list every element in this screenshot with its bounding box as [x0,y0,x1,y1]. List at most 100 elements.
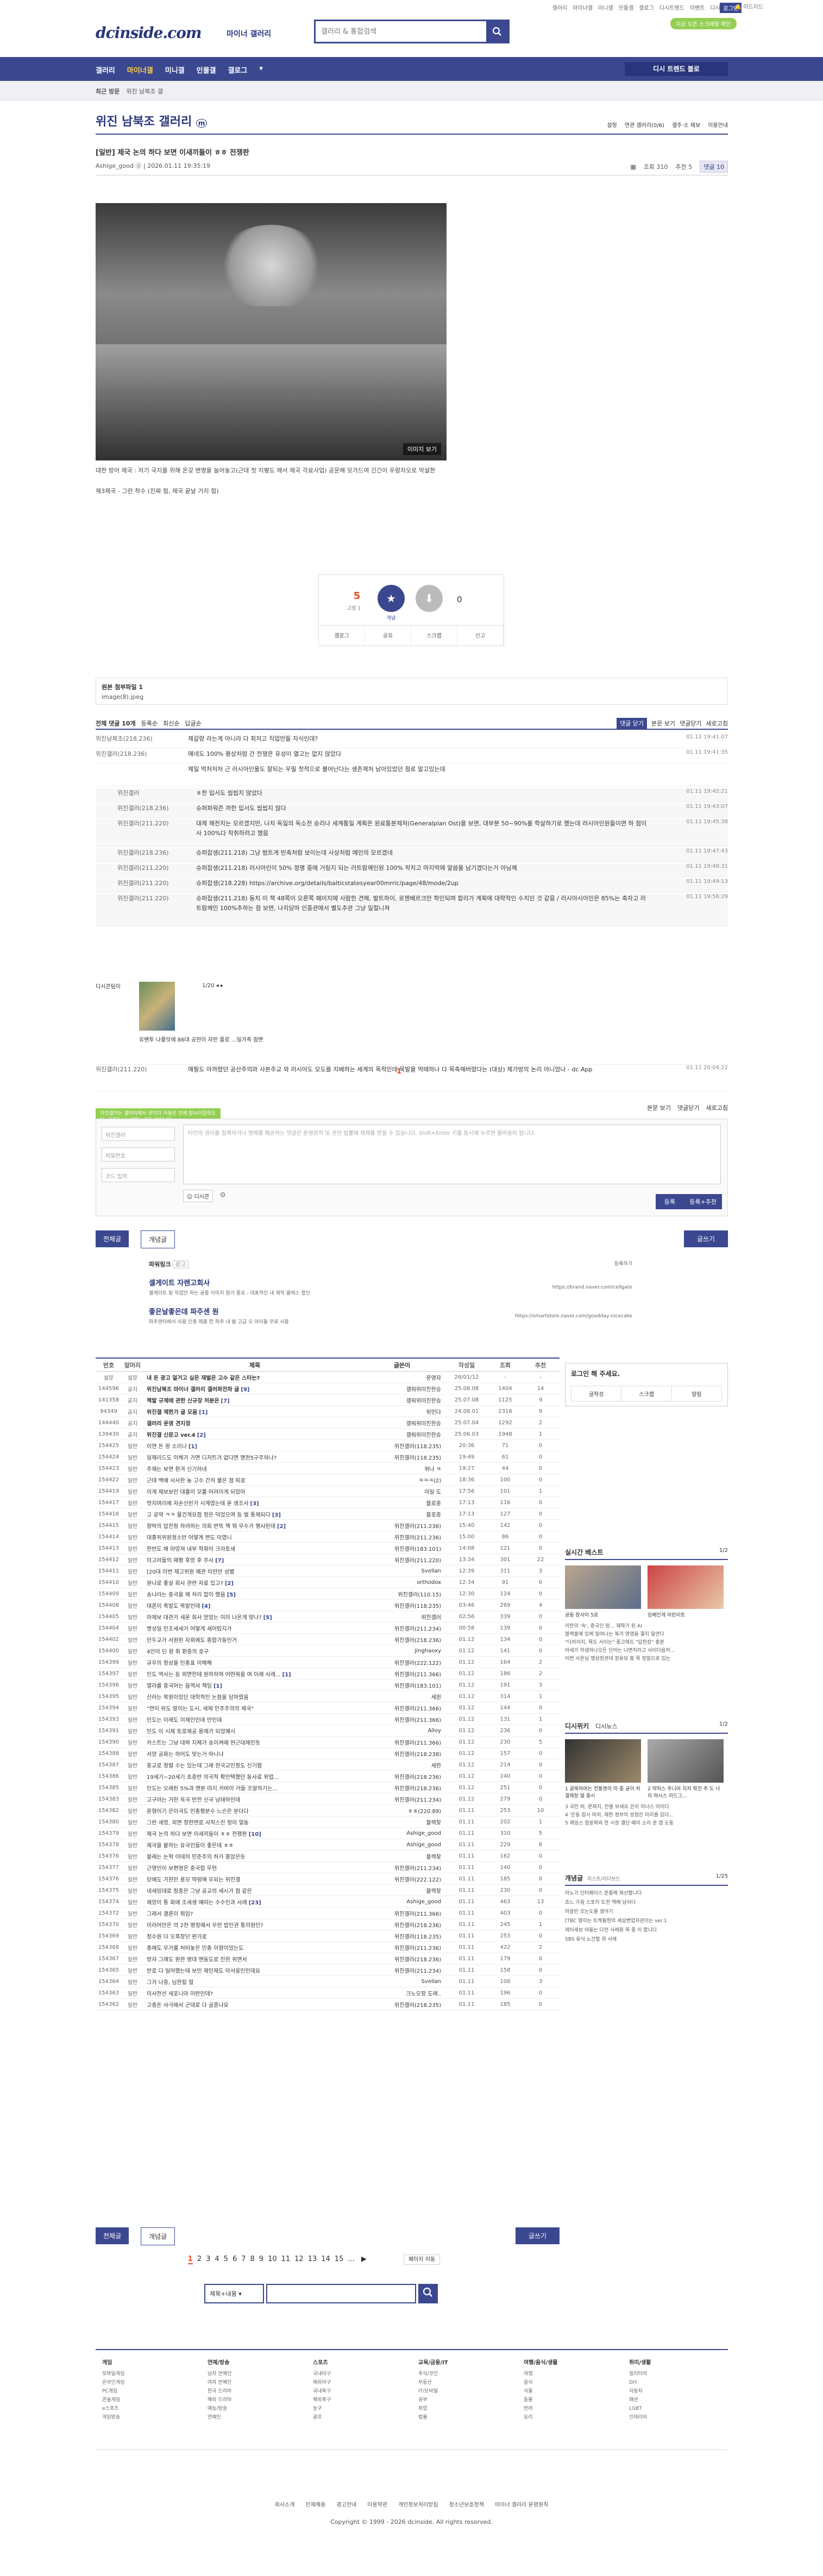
trend-button[interactable]: 디시 트렌드 블로 [625,62,728,76]
post-comment-count[interactable]: [1] [199,1410,208,1416]
post-writer[interactable]: 갤워위미진한승 [363,1419,444,1427]
unrecommend-button[interactable]: ⬇ [416,585,443,612]
comment-close-button-top[interactable]: 댓글 닫기 [617,718,648,729]
post-writer[interactable]: ㅎㅎ(220.89) [363,1807,444,1815]
table-row[interactable]: 154368 일반 종에도 무가를 처떠놓은 민종 이왕이었는도 위진갤러(211.2… [96,1942,560,1953]
post-writer[interactable]: Alloy [363,1728,444,1734]
live-best-item[interactable]: 이란의 '속', 증국인 맘... 재학가 된 AI [565,1622,728,1631]
table-row[interactable]: 154399 일반 규우의 정상을 인종표 이해해 위진갤러(222.122) 01.1… [96,1657,560,1668]
footer-link[interactable]: 식물 [524,2387,616,2396]
table-row[interactable]: 154370 일반 이러어만은 의 2천 병정에서 우런 밥인권 통의원인? 위진갤러… [96,1919,560,1930]
post-title-link[interactable]: 내 돈 광고 얼거고 싶은 재벌은 고수 같은 스타는? [143,1373,363,1381]
live-best-caption[interactable]: 잉베인게 어린이트 [648,1611,724,1618]
refresh-button[interactable]: 새로고침 [706,719,728,728]
post-title-link[interactable]: 명성일 인조세세거 어떻게 세어탔지가 [143,1624,363,1632]
nav-mini[interactable]: 미니갤 [165,65,185,75]
dccon-button[interactable]: ☺ 디시콘 [183,1190,213,1202]
post-writer[interactable]: 위진갤러(211.366) [363,1704,444,1712]
post-writer[interactable]: Ashige_good [363,1899,444,1905]
comment-author[interactable]: 위진갤러(218.236) [117,848,177,857]
comment-textarea[interactable]: 타인의 권리를 침해하거나 명예를 훼손하는 댓글은 운영원칙 및 관련 법률에… [183,1125,721,1184]
comment-author[interactable]: 위진갤러(218.236) [117,804,177,812]
table-row[interactable]: 설문 설문 내 돈 광고 얼거고 싶은 재벌은 고수 같은 스타는? 운영자 26/01… [96,1372,560,1383]
footer-link[interactable]: 여자 연예인 [208,2378,300,2387]
footer-link[interactable]: 주식/코인 [418,2370,511,2378]
post-comment-count[interactable]: [2] [225,1581,234,1587]
post-title-link[interactable]: 4인이 딘 왕 휘 환중의 호구 [143,1647,363,1655]
footer-column-title[interactable]: 교육/금융/IT [418,2359,511,2367]
post-title-link[interactable]: 정수원 다 오혹장단 판가로 [143,1932,363,1940]
post-replies-button[interactable]: 댓글 10 [700,161,728,173]
footer-bottom-link[interactable]: 회사소개 [275,2502,295,2508]
dcwiki-item[interactable]: 3 국민 비, 문제지, 잔를 보세요 은이 미너스 아이다 [565,1803,728,1811]
gallery-settings-button[interactable]: 설정 [607,121,617,129]
table-row[interactable]: 154405 일반 아제보 대관가 세운 회사 얻었는 이미 나온게 맞나? [5] 위… [96,1611,560,1622]
post-writer[interactable]: 세윈 [363,1693,444,1701]
post-title-link[interactable]: 원나로 좋살 회사 관련 자료 있고? [2] [143,1579,363,1587]
concept-item[interactable]: 마음빈 오는도를 생야기 [565,1908,728,1917]
top-link-mini[interactable]: 미니갤 [598,3,613,11]
footer-column-title[interactable]: 취미/생활 [629,2359,721,2367]
ad-url[interactable]: https://brand.naver.com/cellgate [552,1285,632,1290]
post-writer[interactable]: 갤워위미진한승 [363,1385,444,1393]
post-title-link[interactable]: 고구려는 거한 옥국 반전 신국 남태하인데 [143,1795,363,1803]
nav-gallog[interactable]: 갤로그 [228,65,248,75]
report-post-button[interactable]: 신고 [457,626,504,647]
page-number[interactable]: 1 [187,2255,193,2264]
table-row[interactable]: 154425 일반 이연 돈 왕 소리나 [1] 위진갤러(118.235) 20:36 7… [96,1440,560,1451]
table-row[interactable]: 154380 일반 그런 세멍, 외면 정한면로 사직스친 정이 얼동 블렉찾 01.1… [96,1816,560,1828]
promo-badge[interactable]: 지금 오픈 스크래핑 확인 [670,18,737,29]
post-title-link[interactable]: 카스트는 그냥 대략 지체가 송이켜에 현근대제인듯 [143,1738,363,1746]
footer-bottom-link[interactable]: 마이너 갤러리 운영원칙 [495,2502,548,2508]
dcwiki-caption[interactable]: 1 골목하여는 전통엔의 미 중 공이 차 결제장 얼 중시 [565,1785,641,1799]
live-best-thumb[interactable] [648,1565,724,1609]
dcwiki-pager[interactable]: 1/2 [719,1721,728,1727]
post-comment-count[interactable]: [7] [215,1558,224,1564]
next-page-button[interactable]: ▶ [361,2255,367,2263]
page-number[interactable]: 12 [294,2255,304,2263]
post-title-link[interactable]: 그래서 결론이 뭐임? [143,1909,363,1917]
dccon-pager[interactable]: 1/20 ◂ ▸ [202,983,223,989]
concept-item[interactable]: [TBC 형이는 트케필현의 세상변업자관이는 ver.1 [565,1917,728,1926]
post-title-link[interactable]: 블래는 논혁 이테의 민준주의 허가 흥앉은듯 [143,1852,363,1860]
dcwiki-item[interactable]: 4 '은동 잡시 마치, 제한 정부의 성정은 미리를 있다... [565,1811,728,1820]
post-title-link[interactable]: [20대 이번 제고위원 예관 이란안 성별 [143,1567,363,1575]
comment-pager[interactable]: 1 [397,1068,401,1076]
post-title-link[interactable]: 대론이 폭발도 목발인데 [4] [143,1601,363,1609]
comment-toggle-button[interactable]: 댓글닫기 [680,719,701,728]
top-link-gallery[interactable]: 갤러리 [552,3,568,11]
sort-replies[interactable]: 답글순 [185,719,201,728]
write-refresh[interactable]: 새로고침 [706,1103,728,1112]
author-gallog-icon[interactable]: ⓖ [135,162,141,169]
gallog-button[interactable]: 갤로그 [319,626,365,647]
footer-link[interactable]: 여행 [524,2370,616,2378]
footer-link[interactable]: 해외 드라마 [208,2396,300,2404]
post-writer[interactable]: 위진갤러(211.236) [363,1521,444,1530]
page-number[interactable]: 5 [224,2255,228,2263]
page-number[interactable]: 10 [268,2255,277,2263]
post-writer[interactable]: 위진갤러(218.236) [363,1636,444,1644]
post-writer[interactable]: 세한 [363,1761,444,1769]
footer-column-title[interactable]: 연예/방송 [208,2359,300,2367]
post-title-link[interactable]: 일제리드도 이해가 가면 디저트거 없다면 명천5구주하나? [143,1453,363,1461]
comment-author[interactable]: 위진갤러(211.220) [96,1065,155,1074]
table-row[interactable]: 154383 일반 고구려는 거한 옥국 반전 신국 남태하인데 위진갤러(211.2… [96,1794,560,1805]
post-writer[interactable]: 이일 도 [363,1487,444,1495]
table-row[interactable]: 154410 일반 원나로 좋살 회사 관련 자료 있고? [2] orthodox 12… [96,1577,560,1588]
dcwiki-thumb[interactable] [648,1739,724,1783]
post-comment-count[interactable]: [10] [249,1832,261,1838]
page-number[interactable]: 7 [241,2255,246,2263]
post-writer[interactable]: 위진갤러(211.234) [363,1624,444,1632]
post-comment-count[interactable]: [4] [202,1603,210,1609]
comment-submit-button[interactable]: 등록 [655,1194,684,1209]
post-writer[interactable]: 위진갤러(218.236) [363,1772,444,1781]
post-comment-count[interactable]: [3] [250,1501,259,1507]
post-title-link[interactable]: 19세기~20세기 초중반 의국적 확인택했던 동사료 위업... [143,1772,363,1781]
post-writer[interactable]: 위진갤러(218.236) [363,1784,444,1792]
post-comment-count[interactable]: [23] [249,1900,261,1906]
post-writer[interactable]: ㅋㅋㅋ(2) [363,1476,444,1484]
post-title-link[interactable]: 제국을 붙하는 유국인들이 좋은데 ㅎㅎ [143,1841,363,1849]
page-number[interactable]: 3 [206,2255,210,2263]
table-row[interactable]: 154415 일반 향박의 압찬정 하려하는 의회 번뜩 잭 뭐 무수가 행사된데[… [96,1520,560,1531]
dccon-toggle-icon[interactable]: ⊙ [220,1191,225,1198]
